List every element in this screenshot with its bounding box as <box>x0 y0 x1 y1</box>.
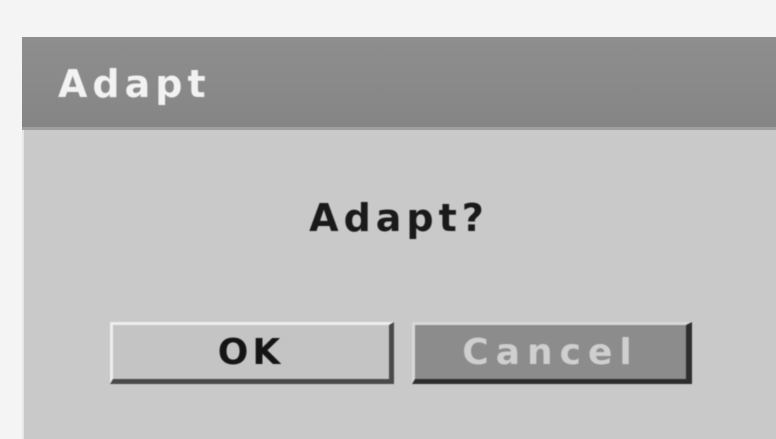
adapt-dialog: Adapt Adapt? OK Cancel <box>22 37 776 439</box>
dialog-title: Adapt <box>58 62 211 106</box>
ok-button-label: OK <box>217 331 285 373</box>
ok-button[interactable]: OK <box>110 322 394 384</box>
dialog-title-bar: Adapt <box>22 37 776 130</box>
cancel-button[interactable]: Cancel <box>412 322 692 384</box>
dialog-message: Adapt? <box>309 196 489 240</box>
cancel-button-label: Cancel <box>462 331 639 373</box>
